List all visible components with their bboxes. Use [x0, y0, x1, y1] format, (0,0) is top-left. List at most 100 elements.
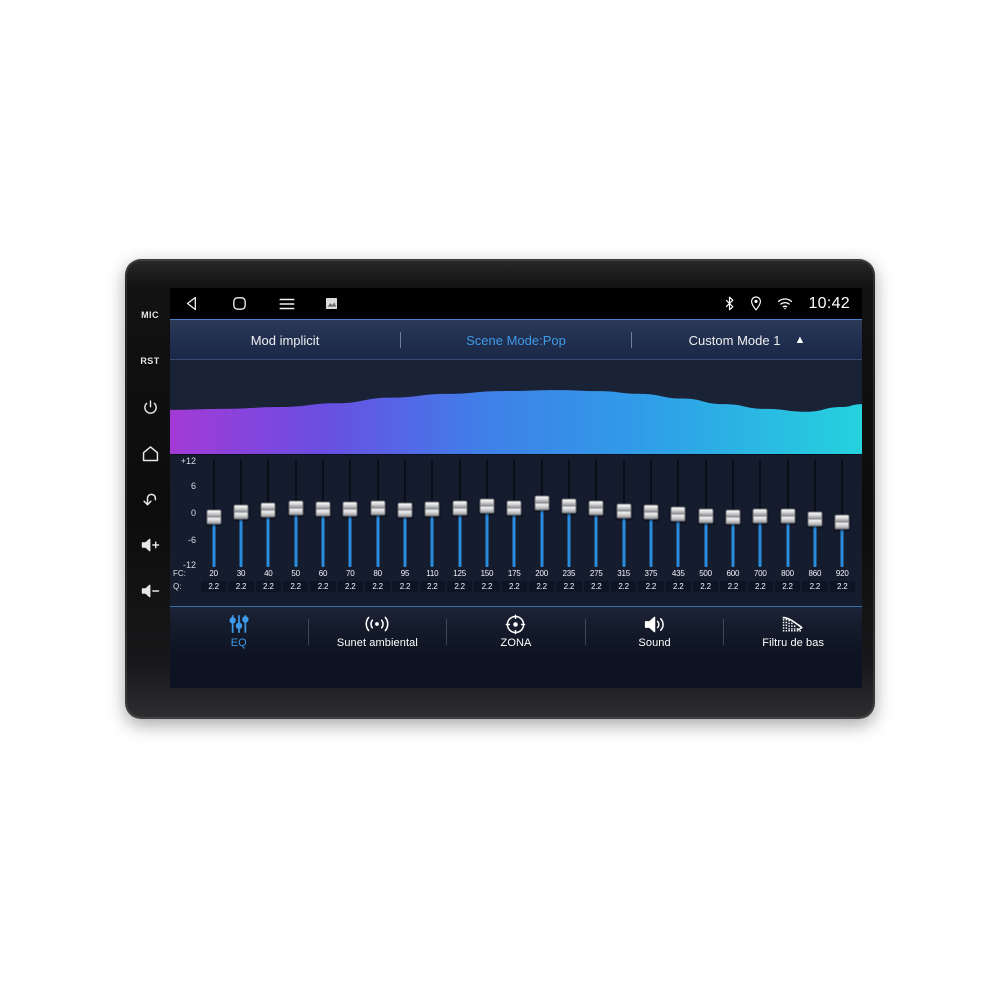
eq-slider-thumb[interactable] — [670, 506, 686, 522]
fc-value[interactable]: 95 — [391, 569, 418, 578]
eq-band-slider[interactable] — [309, 459, 336, 567]
eq-band-slider[interactable] — [391, 459, 418, 567]
hw-button-back[interactable] — [133, 476, 167, 522]
tab-zone[interactable]: ZONA — [447, 607, 585, 656]
eq-slider-thumb[interactable] — [834, 514, 850, 530]
fc-value[interactable]: 50 — [282, 569, 309, 578]
eq-slider-thumb[interactable] — [561, 498, 577, 514]
eq-band-slider[interactable] — [774, 459, 801, 567]
eq-band-slider[interactable] — [501, 459, 528, 567]
fc-value[interactable]: 920 — [829, 569, 856, 578]
eq-slider-thumb[interactable] — [315, 501, 331, 517]
eq-band-slider[interactable] — [610, 459, 637, 567]
q-value[interactable]: 2.2 — [501, 581, 527, 592]
q-value[interactable]: 2.2 — [774, 581, 801, 592]
fc-value[interactable]: 70 — [337, 569, 364, 578]
fc-value[interactable]: 30 — [227, 569, 254, 578]
fc-value[interactable]: 150 — [473, 569, 500, 578]
fc-value[interactable]: 800 — [774, 569, 801, 578]
fc-value[interactable]: 600 — [719, 569, 746, 578]
eq-band-slider[interactable] — [337, 459, 364, 567]
tab-ambient[interactable]: Sunet ambiental — [309, 607, 447, 656]
fc-value[interactable]: 20 — [200, 569, 227, 578]
eq-slider-thumb[interactable] — [752, 508, 768, 524]
fc-value[interactable]: 275 — [583, 569, 610, 578]
eq-slider-thumb[interactable] — [616, 503, 632, 519]
fc-value[interactable]: 40 — [255, 569, 282, 578]
q-value[interactable]: 2.2 — [747, 581, 773, 592]
eq-slider-thumb[interactable] — [534, 495, 550, 511]
q-value[interactable]: 2.2 — [692, 581, 719, 592]
fc-value[interactable]: 200 — [528, 569, 555, 578]
screenshot-icon[interactable] — [326, 298, 337, 309]
q-value[interactable]: 2.2 — [282, 581, 309, 592]
eq-band-slider[interactable] — [227, 459, 254, 567]
q-value[interactable]: 2.2 — [610, 581, 637, 592]
eq-slider-thumb[interactable] — [452, 500, 468, 516]
hw-button-volume-down[interactable] — [133, 568, 167, 614]
hw-button-volume-up[interactable] — [133, 522, 167, 568]
fc-value[interactable]: 700 — [747, 569, 774, 578]
eq-band-slider[interactable] — [719, 459, 746, 567]
hw-button-mic[interactable]: MIC — [133, 292, 167, 338]
q-value[interactable]: 2.2 — [638, 581, 664, 592]
eq-band-slider[interactable] — [637, 459, 664, 567]
hw-button-power[interactable] — [133, 384, 167, 430]
eq-band-slider[interactable] — [747, 459, 774, 567]
eq-slider-thumb[interactable] — [206, 509, 222, 525]
eq-band-slider[interactable] — [419, 459, 446, 567]
fc-value[interactable]: 235 — [555, 569, 582, 578]
q-value[interactable]: 2.2 — [556, 581, 582, 592]
eq-band-slider[interactable] — [200, 459, 227, 567]
eq-band-slider[interactable] — [446, 459, 473, 567]
q-value[interactable]: 2.2 — [255, 581, 281, 592]
eq-slider-thumb[interactable] — [698, 508, 714, 524]
eq-slider-thumb[interactable] — [780, 508, 796, 524]
eq-slider-thumb[interactable] — [424, 501, 440, 517]
fc-value[interactable]: 60 — [309, 569, 336, 578]
eq-slider-thumb[interactable] — [370, 500, 386, 516]
tab-sound[interactable]: Sound — [586, 607, 724, 656]
eq-slider-thumb[interactable] — [479, 498, 495, 514]
fc-value[interactable]: 500 — [692, 569, 719, 578]
eq-slider-thumb[interactable] — [397, 502, 413, 518]
q-value[interactable]: 2.2 — [528, 581, 555, 592]
eq-slider-thumb[interactable] — [233, 504, 249, 520]
eq-slider-thumb[interactable] — [807, 511, 823, 527]
eq-band-slider[interactable] — [282, 459, 309, 567]
eq-slider-thumb[interactable] — [288, 500, 304, 516]
tab-eq[interactable]: EQ — [170, 607, 308, 656]
eq-band-slider[interactable] — [528, 459, 555, 567]
default-mode-button[interactable]: Mod implicit — [170, 320, 400, 360]
fc-value[interactable]: 435 — [665, 569, 692, 578]
q-value[interactable]: 2.2 — [665, 581, 691, 592]
eq-slider-thumb[interactable] — [643, 504, 659, 520]
eq-slider-thumb[interactable] — [342, 501, 358, 517]
eq-slider-thumb[interactable] — [260, 502, 276, 518]
q-value[interactable]: 2.2 — [802, 581, 828, 592]
q-value[interactable]: 2.2 — [419, 581, 445, 592]
q-value[interactable]: 2.2 — [583, 581, 609, 592]
fc-value[interactable]: 125 — [446, 569, 473, 578]
fc-value[interactable]: 375 — [637, 569, 664, 578]
q-value[interactable]: 2.2 — [228, 581, 254, 592]
fc-value[interactable]: 860 — [801, 569, 828, 578]
eq-band-slider[interactable] — [473, 459, 500, 567]
eq-band-slider[interactable] — [364, 459, 391, 567]
menu-icon[interactable] — [278, 296, 296, 312]
q-value[interactable]: 2.2 — [392, 581, 418, 592]
hw-button-home[interactable] — [133, 430, 167, 476]
back-icon[interactable] — [184, 295, 201, 312]
q-value[interactable]: 2.2 — [474, 581, 500, 592]
home-icon[interactable] — [231, 295, 248, 312]
eq-band-slider[interactable] — [555, 459, 582, 567]
fc-value[interactable]: 110 — [419, 569, 446, 578]
fc-value[interactable]: 315 — [610, 569, 637, 578]
custom-mode-button[interactable]: Custom Mode 1 ▲ — [632, 320, 862, 360]
q-value[interactable]: 2.2 — [337, 581, 363, 592]
eq-band-slider[interactable] — [583, 459, 610, 567]
q-value[interactable]: 2.2 — [829, 581, 855, 592]
q-value[interactable]: 2.2 — [310, 581, 336, 592]
q-value[interactable]: 2.2 — [446, 581, 473, 592]
eq-band-slider[interactable] — [801, 459, 828, 567]
